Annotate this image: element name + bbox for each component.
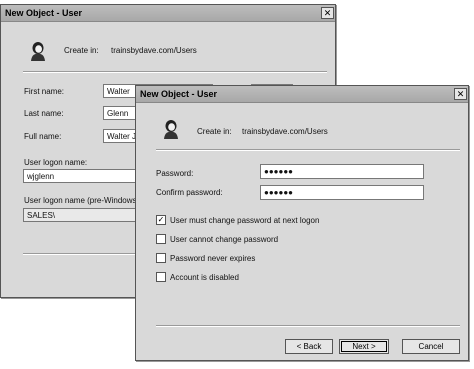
pre-windows-label: User logon name (pre-Windows xyxy=(24,196,137,205)
cannot-change-password-label[interactable]: User cannot change password xyxy=(170,235,278,244)
cancel-button[interactable]: Cancel xyxy=(402,339,460,354)
back-create-in-label: Create in: xyxy=(64,46,99,55)
back-dialog-title: New Object - User xyxy=(5,8,83,18)
user-icon xyxy=(31,42,45,61)
back-create-in-value: trainsbydave.com/Users xyxy=(111,46,197,55)
logon-name-label: User logon name: xyxy=(24,158,88,167)
user-icon xyxy=(164,120,178,139)
back-button[interactable]: < Back xyxy=(285,339,333,354)
must-change-password-label[interactable]: User must change password at next logon xyxy=(170,216,319,225)
password-never-expires-checkbox[interactable] xyxy=(156,253,166,263)
password-label: Password: xyxy=(156,169,194,178)
confirm-password-field[interactable]: ●●●●●● xyxy=(260,185,424,200)
front-dialog: New Object - User ✕ Create in: trainsbyd… xyxy=(135,85,469,361)
password-field[interactable]: ●●●●●● xyxy=(260,164,424,179)
first-name-label: First name: xyxy=(24,87,65,96)
back-separator xyxy=(23,71,327,73)
account-disabled-label[interactable]: Account is disabled xyxy=(170,273,239,282)
front-create-in-value: trainsbydave.com/Users xyxy=(242,127,328,136)
last-name-label: Last name: xyxy=(24,109,64,118)
password-never-expires-label[interactable]: Password never expires xyxy=(170,254,255,263)
next-button[interactable]: Next > xyxy=(339,339,389,354)
front-create-in-label: Create in: xyxy=(197,127,232,136)
back-dialog-titlebar[interactable]: New Object - User ✕ xyxy=(1,5,335,22)
front-dialog-titlebar[interactable]: New Object - User ✕ xyxy=(136,86,468,103)
cannot-change-password-checkbox[interactable] xyxy=(156,234,166,244)
confirm-password-label: Confirm password: xyxy=(156,188,223,197)
front-dialog-title: New Object - User xyxy=(140,89,218,99)
account-disabled-checkbox[interactable] xyxy=(156,272,166,282)
front-close-button[interactable]: ✕ xyxy=(454,88,467,100)
full-name-label: Full name: xyxy=(24,132,62,141)
back-close-button[interactable]: ✕ xyxy=(321,7,334,19)
front-bottom-separator xyxy=(156,325,460,327)
must-change-password-checkbox[interactable]: ✓ xyxy=(156,215,166,225)
front-separator xyxy=(156,149,460,151)
